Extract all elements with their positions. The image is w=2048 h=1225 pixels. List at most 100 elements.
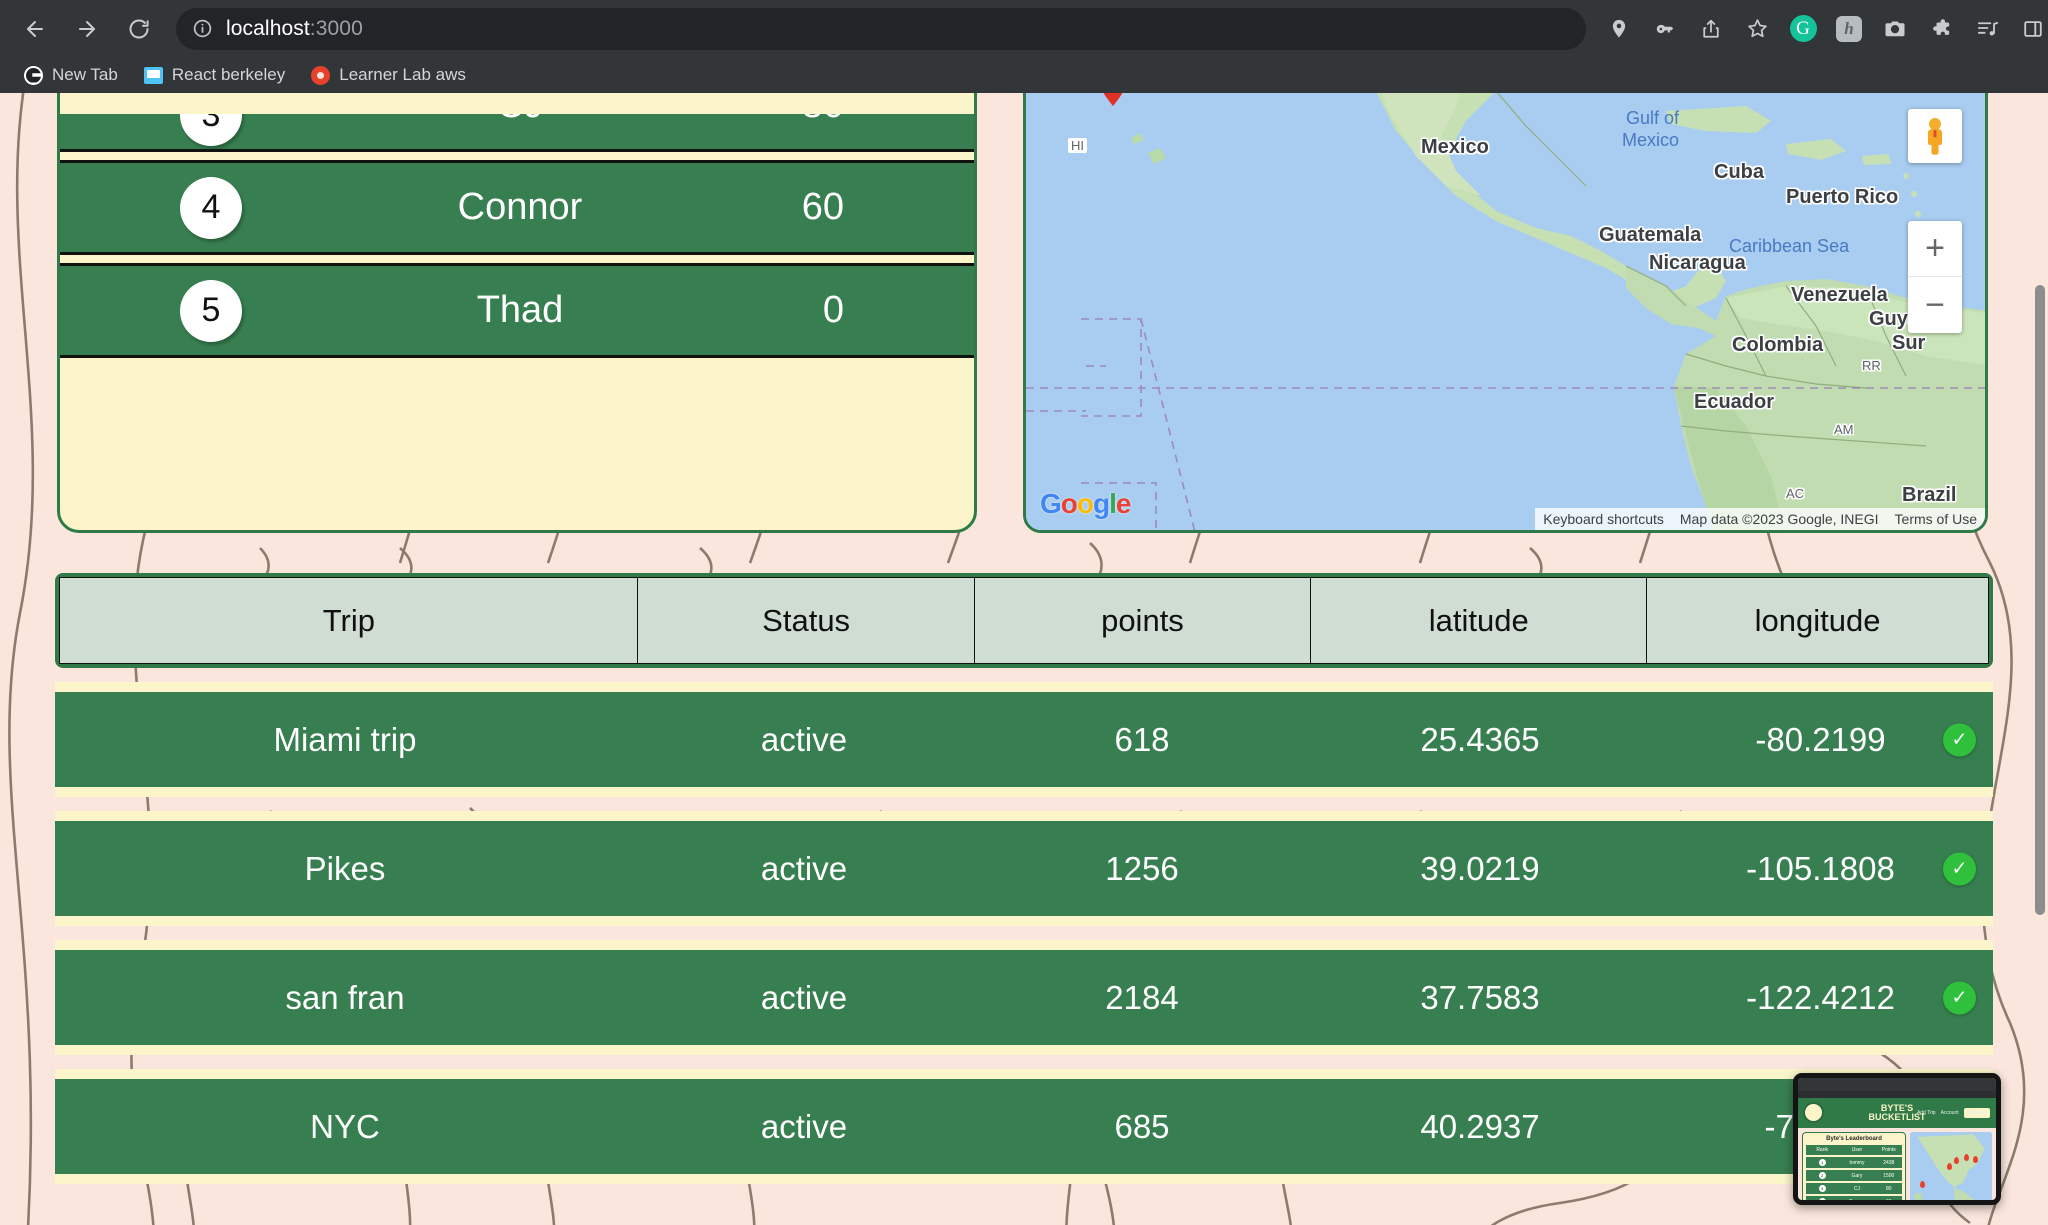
cell-latitude: 37.7583 xyxy=(1420,978,1540,1016)
pip-map xyxy=(1910,1132,1992,1200)
url-text: localhost:3000 xyxy=(226,17,363,41)
street-view-pegman-icon[interactable] xyxy=(1908,109,1962,163)
pip-points: 80 xyxy=(1885,1185,1892,1192)
map-canvas[interactable]: Mexico Gulf of Mexico Cuba Puerto Rico G… xyxy=(1026,93,1985,530)
map-zoom-controls[interactable]: + − xyxy=(1908,221,1962,333)
cell-trip: NYC xyxy=(310,1107,380,1145)
table-row-container: san fran active 2184 37.7583 -122.4212 ✓ xyxy=(55,940,1993,1055)
address-bar[interactable]: localhost:3000 xyxy=(176,7,1586,50)
column-header-points[interactable]: points xyxy=(973,577,1312,664)
terms-of-use-link[interactable]: Terms of Use xyxy=(1886,508,1985,530)
pip-col-user: User xyxy=(1851,1147,1863,1153)
column-header-trip[interactable]: Trip xyxy=(59,577,639,664)
map-label-mexico: Mexico xyxy=(1421,136,1489,158)
table-row[interactable]: Pikes active 1256 39.0219 -105.1808 ✓ xyxy=(55,821,1993,916)
share-icon[interactable] xyxy=(1688,6,1734,52)
column-header-status[interactable]: Status xyxy=(637,577,976,664)
check-icon[interactable]: ✓ xyxy=(1943,723,1976,756)
canvas-icon xyxy=(311,65,331,85)
map-label-brazil: Brazil xyxy=(1902,484,1957,506)
pip-user: CJ xyxy=(1853,1185,1860,1192)
map-label-caribbean-sea: Caribbean Sea xyxy=(1729,236,1850,256)
pip-sign-out-button[interactable]: Sign out xyxy=(1963,1108,1990,1118)
grammarly-icon[interactable]: G xyxy=(1780,6,1826,52)
leaderboard-points: 80 xyxy=(802,114,844,127)
pip-col-rank: Rank xyxy=(1816,1147,1828,1153)
cell-latitude: 39.0219 xyxy=(1420,849,1540,887)
key-icon[interactable] xyxy=(1642,6,1688,52)
bookmark-react-berkeley[interactable]: React berkeley xyxy=(134,60,295,90)
leaderboard-points: 60 xyxy=(801,186,844,228)
camera-icon[interactable] xyxy=(1872,6,1918,52)
pip-app-logo xyxy=(1803,1102,1824,1123)
pip-leaderboard-row: 3 CJ 80 xyxy=(1806,1183,1902,1194)
map-label-hawaii-abbrev: HI xyxy=(1068,138,1087,153)
star-icon[interactable] xyxy=(1734,6,1780,52)
column-header-longitude[interactable]: longitude xyxy=(1646,577,1990,664)
bookmark-learner-lab-aws[interactable]: Learner Lab aws xyxy=(301,60,476,90)
side-panel-icon[interactable] xyxy=(2010,6,2048,52)
pip-nav-account[interactable]: Account xyxy=(1941,1110,1959,1116)
pip-body: Byte's Leaderboard Rank User Points 1 to… xyxy=(1798,1128,1996,1200)
google-map[interactable]: Mexico Gulf of Mexico Cuba Puerto Rico G… xyxy=(1023,93,1988,533)
leaderboard-row[interactable]: 4 Connor 60 xyxy=(60,160,974,255)
cell-points: 1256 xyxy=(1105,849,1179,887)
honey-icon[interactable]: h xyxy=(1826,6,1872,52)
cell-points: 618 xyxy=(1114,720,1170,758)
map-label-gulf-of-mexico-line2: Mexico xyxy=(1622,130,1680,150)
cell-status: active xyxy=(760,720,848,758)
column-header-latitude[interactable]: latitude xyxy=(1309,577,1648,664)
cell-longitude: -105.1808 xyxy=(1746,849,1895,887)
google-logo: Google xyxy=(1040,488,1131,519)
vertical-scrollbar-thumb[interactable] xyxy=(2035,285,2045,915)
cell-trip: Pikes xyxy=(304,849,386,887)
zoom-out-button[interactable]: − xyxy=(1908,277,1962,333)
cell-longitude: -80.2199 xyxy=(1755,720,1886,758)
check-icon[interactable]: ✓ xyxy=(1943,981,1976,1014)
pip-rank-badge: 2 xyxy=(1818,1172,1826,1179)
table-row[interactable]: Miami trip active 618 25.4365 -80.2199 ✓ xyxy=(55,692,1993,787)
browser-chrome: localhost:3000 G h New Tab React berkele… xyxy=(0,0,2048,93)
pip-col-points: Points xyxy=(1881,1147,1896,1153)
monitor-icon xyxy=(143,66,163,85)
pip-nav-links: Add Trip Account Sign out xyxy=(1917,1108,1990,1118)
reading-list-icon[interactable] xyxy=(1964,6,2010,52)
extensions-puzzle-icon[interactable] xyxy=(1918,6,1964,52)
pip-user: Connor xyxy=(1838,1199,1875,1201)
map-label-gulf-of-mexico-line1: Gulf of xyxy=(1626,108,1680,128)
row-divider xyxy=(60,255,974,263)
location-pin-icon[interactable] xyxy=(1596,6,1642,52)
cell-trip: Miami trip xyxy=(273,720,417,758)
map-marker-icon[interactable] xyxy=(1096,93,1130,106)
table-row-container: NYC active 685 40.2937 -73.803 xyxy=(55,1069,1993,1184)
honey-glyph: h xyxy=(1836,15,1862,42)
pip-rank-badge: 1 xyxy=(1818,1159,1826,1166)
map-label-venezuela: Venezuela xyxy=(1791,284,1888,306)
map-label-ecuador: Ecuador xyxy=(1694,391,1775,413)
cell-latitude: 40.2937 xyxy=(1420,1107,1540,1145)
forward-arrow-icon[interactable] xyxy=(66,8,108,50)
bookmark-new-tab[interactable]: New Tab xyxy=(14,60,128,90)
table-row-container: Pikes active 1256 39.0219 -105.1808 ✓ xyxy=(55,811,1993,926)
leaderboard-row[interactable]: 3 CJ 80 xyxy=(60,114,974,152)
map-label-roraima: RR xyxy=(1862,358,1881,373)
zoom-in-button[interactable]: + xyxy=(1908,221,1962,277)
pip-nav-add-trip[interactable]: Add Trip xyxy=(1917,1110,1936,1116)
map-label-suriname: Sur xyxy=(1892,332,1926,354)
picture-in-picture-preview[interactable]: BYTE'S BUCKETLIST Add Trip Account Sign … xyxy=(1793,1073,2001,1205)
keyboard-shortcuts-link[interactable]: Keyboard shortcuts xyxy=(1535,508,1672,530)
check-icon[interactable]: ✓ xyxy=(1943,852,1976,885)
table-row[interactable]: san fran active 2184 37.7583 -122.4212 ✓ xyxy=(55,950,1993,1045)
pip-points: 60 xyxy=(1876,1199,1902,1201)
table-row[interactable]: NYC active 685 40.2937 -73.803 xyxy=(55,1079,1993,1174)
url-port: :3000 xyxy=(309,16,363,40)
reload-icon[interactable] xyxy=(118,8,160,50)
back-arrow-icon[interactable] xyxy=(14,8,56,50)
pip-leaderboard: Byte's Leaderboard Rank User Points 1 to… xyxy=(1802,1132,1906,1200)
info-circle-icon[interactable] xyxy=(192,18,213,39)
leaderboard-row[interactable]: 5 Thad 0 xyxy=(60,263,974,358)
map-label-guatemala: Guatemala xyxy=(1599,224,1702,246)
pip-leaderboard-header: Rank User Points xyxy=(1806,1145,1902,1155)
leaderboard-card: 3 CJ 80 4 Connor 60 5 Thad 0 xyxy=(57,93,977,533)
cell-points: 2184 xyxy=(1105,978,1179,1016)
